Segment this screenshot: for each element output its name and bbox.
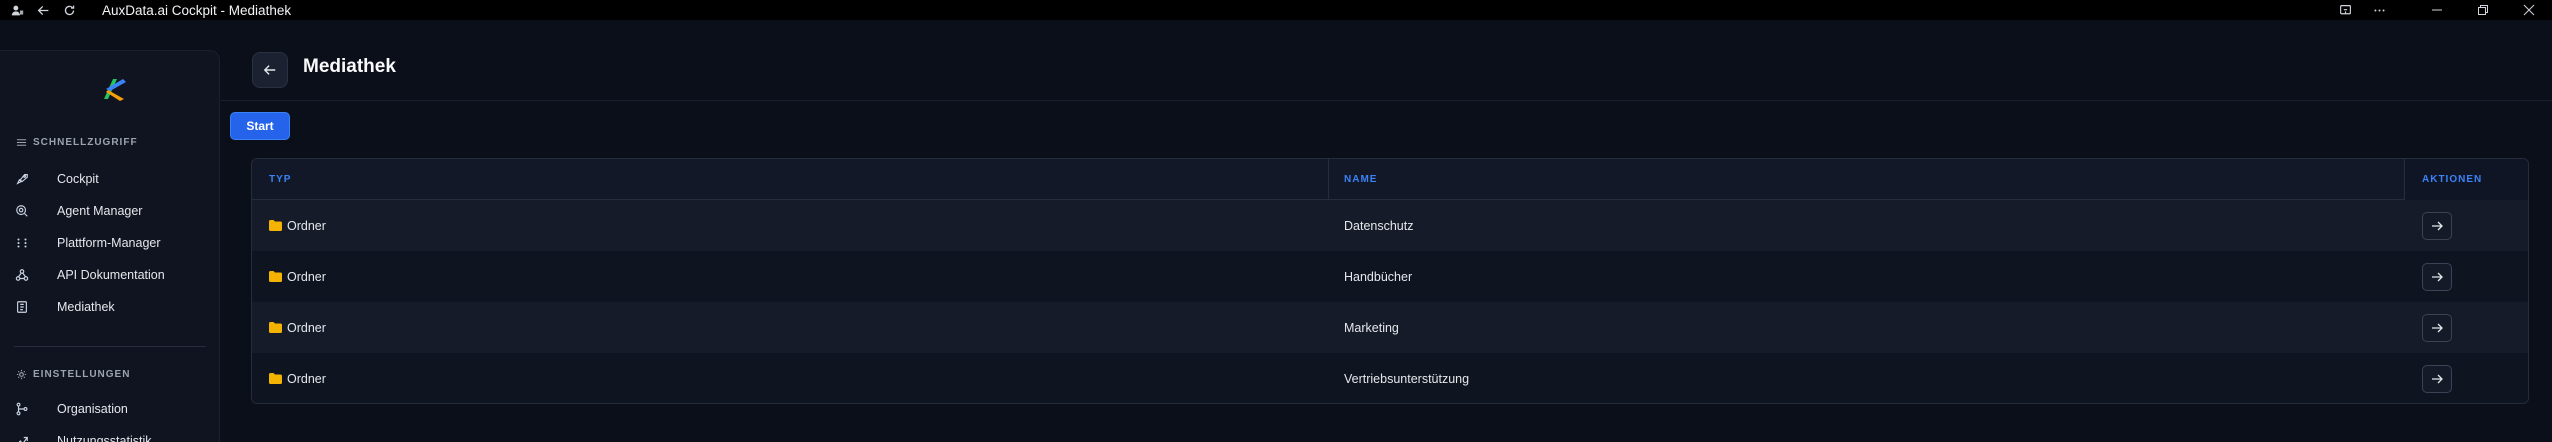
- refresh-icon[interactable]: [56, 0, 82, 20]
- column-header-name[interactable]: NAME: [1344, 159, 1377, 200]
- page-title: Mediathek: [303, 56, 396, 77]
- table-row[interactable]: Ordner Marketing: [252, 302, 2528, 353]
- profile-icon[interactable]: [4, 0, 30, 20]
- type-cell: Ordner: [269, 200, 326, 251]
- name-cell: Datenschutz: [1344, 218, 1414, 233]
- arrow-left-icon: [263, 65, 276, 75]
- sidebar-item-label: Nutzungsstatistik: [57, 434, 152, 442]
- name-cell: Handbücher: [1344, 269, 1413, 284]
- arrow-right-icon: [2432, 374, 2443, 384]
- type-cell: Ordner: [269, 302, 326, 353]
- sidebar-divider: [14, 346, 206, 347]
- window-titlebar: AuxData.ai Cockpit - Mediathek: [0, 0, 2552, 20]
- type-cell: Ordner: [269, 353, 326, 403]
- column-separator: [2404, 159, 2405, 200]
- back-arrow-icon[interactable]: [30, 0, 56, 20]
- cast-icon[interactable]: [2328, 0, 2362, 20]
- open-folder-button[interactable]: [2422, 365, 2452, 393]
- org-icon: [14, 401, 30, 417]
- restore-icon[interactable]: [2460, 0, 2506, 20]
- list-icon: [16, 139, 27, 146]
- column-header-actions: AKTIONEN: [2422, 174, 2483, 185]
- book-icon: [14, 299, 30, 315]
- stats-icon: [14, 433, 30, 442]
- start-button[interactable]: Start: [230, 112, 290, 140]
- sidebar-item-api-dokumentation[interactable]: API Dokumentation: [14, 261, 204, 289]
- window-title: AuxData.ai Cockpit - Mediathek: [102, 2, 292, 18]
- table-row[interactable]: Ordner Handbücher: [252, 251, 2528, 302]
- column-header-type[interactable]: TYP: [269, 159, 291, 200]
- folder-icon: [269, 220, 282, 231]
- agent-icon: [14, 203, 30, 219]
- table-row[interactable]: Ordner Vertriebsunterstützung: [252, 353, 2528, 403]
- logo: [104, 79, 126, 101]
- more-options-icon[interactable]: [2362, 0, 2396, 20]
- arrow-right-icon: [2432, 272, 2443, 282]
- webhook-icon: [14, 267, 30, 283]
- arrow-right-icon: [2432, 323, 2443, 333]
- minimize-icon[interactable]: [2414, 0, 2460, 20]
- table-row[interactable]: Ordner Datenschutz: [252, 200, 2528, 251]
- name-cell: Vertriebsunterstützung: [1344, 371, 1470, 386]
- column-separator: [1328, 159, 1329, 200]
- sidebar-item-label: Plattform-Manager: [57, 236, 161, 250]
- sidebar-item-label: Cockpit: [57, 172, 99, 186]
- sidebar-item-plattform-manager[interactable]: Plattform-Manager: [14, 229, 204, 257]
- rocket-icon: [14, 171, 30, 187]
- header-divider: [221, 100, 2552, 101]
- app-window: SCHNELLZUGRIFF Cockpit Agent Manager Pla…: [0, 20, 2552, 442]
- grid-icon: [14, 235, 30, 251]
- media-table: TYP NAME AKTIONEN Ordner Datenschutz Ord…: [251, 158, 2529, 404]
- folder-icon: [269, 373, 282, 384]
- sidebar-item-label: Agent Manager: [57, 204, 143, 218]
- open-folder-button[interactable]: [2422, 314, 2452, 342]
- sidebar-item-label: Organisation: [57, 402, 128, 416]
- name-cell: Marketing: [1344, 320, 1399, 335]
- gear-icon: [16, 369, 27, 380]
- sidebar-item-mediathek[interactable]: Mediathek: [14, 293, 204, 321]
- folder-icon: [269, 271, 282, 282]
- sidebar: SCHNELLZUGRIFF Cockpit Agent Manager Pla…: [0, 50, 220, 442]
- sidebar-item-label: API Dokumentation: [57, 268, 165, 282]
- sidebar-item-organisation[interactable]: Organisation: [14, 395, 204, 423]
- type-cell: Ordner: [269, 251, 326, 302]
- sidebar-item-nutzungsstatistik[interactable]: Nutzungsstatistik: [14, 427, 204, 442]
- section-title-schnellzugriff: SCHNELLZUGRIFF: [16, 137, 138, 148]
- table-header: TYP NAME AKTIONEN: [252, 159, 2528, 200]
- open-folder-button[interactable]: [2422, 212, 2452, 240]
- folder-icon: [269, 322, 282, 333]
- sidebar-item-cockpit[interactable]: Cockpit: [14, 165, 204, 193]
- close-icon[interactable]: [2506, 0, 2552, 20]
- open-folder-button[interactable]: [2422, 263, 2452, 291]
- sidebar-item-agent-manager[interactable]: Agent Manager: [14, 197, 204, 225]
- sidebar-item-label: Mediathek: [57, 300, 115, 314]
- arrow-right-icon: [2432, 221, 2443, 231]
- section-title-einstellungen: EINSTELLUNGEN: [16, 369, 130, 380]
- back-button[interactable]: [252, 52, 288, 88]
